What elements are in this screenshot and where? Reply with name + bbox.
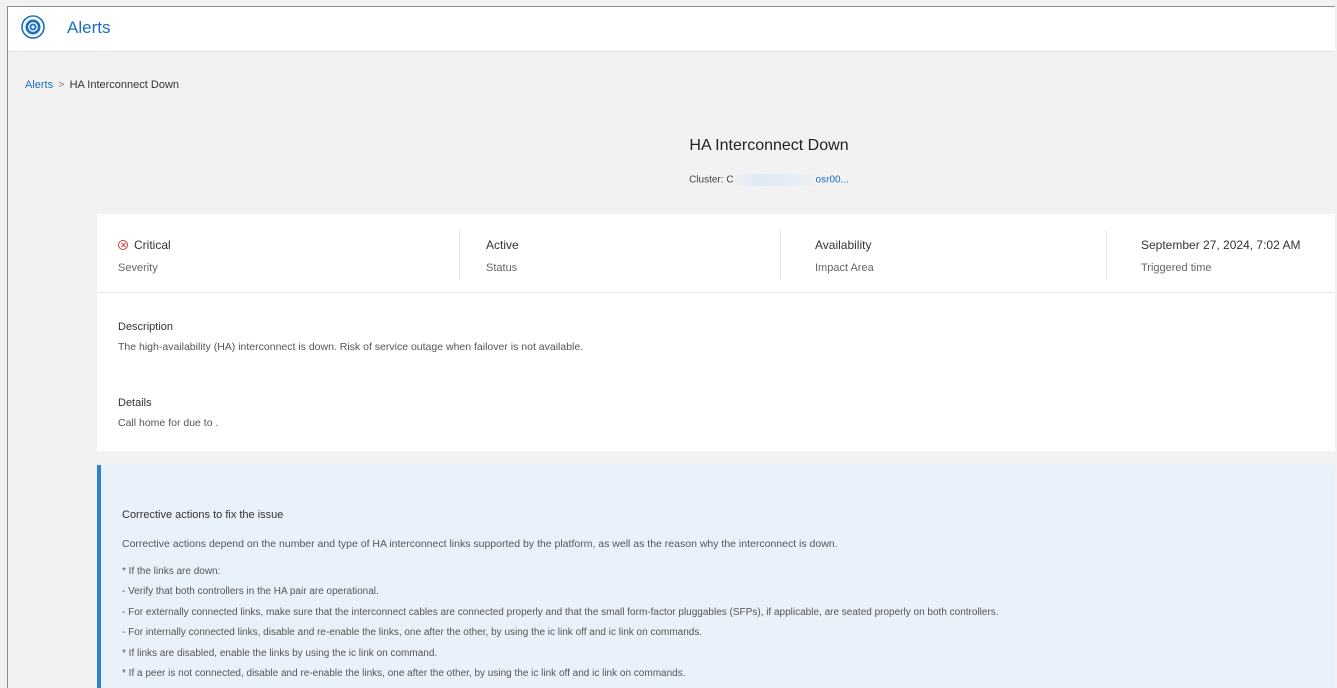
page-title: HA Interconnect Down (689, 137, 849, 154)
list-item: - Verify that both controllers in the HA… (122, 586, 379, 598)
breadcrumb-alerts-link[interactable]: Alerts (25, 79, 53, 91)
corrective-actions-list: * If the links are down: - Verify that b… (122, 565, 999, 687)
cluster-prefix: C (726, 174, 734, 186)
cluster-line: Cluster: Cosr00... (8, 174, 1335, 186)
severity-label: Severity (118, 262, 158, 274)
list-item: - For internally connected links, disabl… (122, 627, 703, 639)
details-heading: Details (118, 397, 152, 409)
corrective-actions-heading: Corrective actions to fix the issue (122, 509, 284, 521)
corrective-actions-panel: Corrective actions to fix the issue Corr… (97, 465, 1335, 688)
summary-divider (1106, 230, 1107, 280)
critical-x-circle-icon (118, 240, 128, 250)
breadcrumb-separator: > (58, 79, 65, 91)
summary-divider (459, 230, 460, 280)
list-item: * If a peer is not connected, disable an… (122, 667, 686, 679)
app-frame: Alerts Alerts > HA Interconnect Down HA In… (7, 6, 1335, 688)
breadcrumb: Alerts > HA Interconnect Down (25, 79, 179, 91)
status-item: Active Status (486, 238, 519, 274)
alert-bell-icon[interactable] (21, 15, 45, 39)
list-item: * If links are disabled, enable the link… (122, 647, 438, 659)
impact-area-value: Availability (815, 238, 872, 252)
corrective-actions-intro: Corrective actions depend on the number … (122, 538, 838, 550)
redacted-cluster-name (735, 174, 814, 186)
triggered-time-value: September 27, 2024, 7:02 AM (1141, 238, 1301, 252)
severity-item: Critical Severity (118, 238, 171, 274)
impact-area-label: Impact Area (815, 262, 874, 274)
description-text: The high-availability (HA) interconnect … (118, 341, 584, 353)
status-value: Active (486, 238, 519, 252)
severity-value: Critical (134, 238, 171, 252)
top-bar: Alerts (8, 7, 1335, 52)
cluster-label: Cluster: (689, 174, 724, 186)
triggered-time-item: September 27, 2024, 7:02 AM Triggered ti… (1141, 238, 1300, 274)
summary-divider (780, 230, 781, 280)
list-item: * If the links are down: (122, 566, 221, 577)
breadcrumb-current: HA Interconnect Down (69, 79, 180, 91)
status-label: Status (486, 262, 518, 274)
impact-area-item: Availability Impact Area (815, 238, 874, 274)
app-title: Alerts (67, 18, 111, 37)
cluster-link[interactable]: osr00... (816, 175, 849, 186)
description-card: Description The high-availability (HA) i… (97, 293, 1335, 451)
description-heading: Description (118, 321, 174, 333)
alert-summary-card: Critical Severity Active Status Availabi… (97, 214, 1335, 293)
list-item: - For externally connected links, make s… (122, 606, 999, 618)
triggered-time-label: Triggered time (1141, 262, 1212, 274)
details-text: Call home for due to . (118, 417, 219, 429)
